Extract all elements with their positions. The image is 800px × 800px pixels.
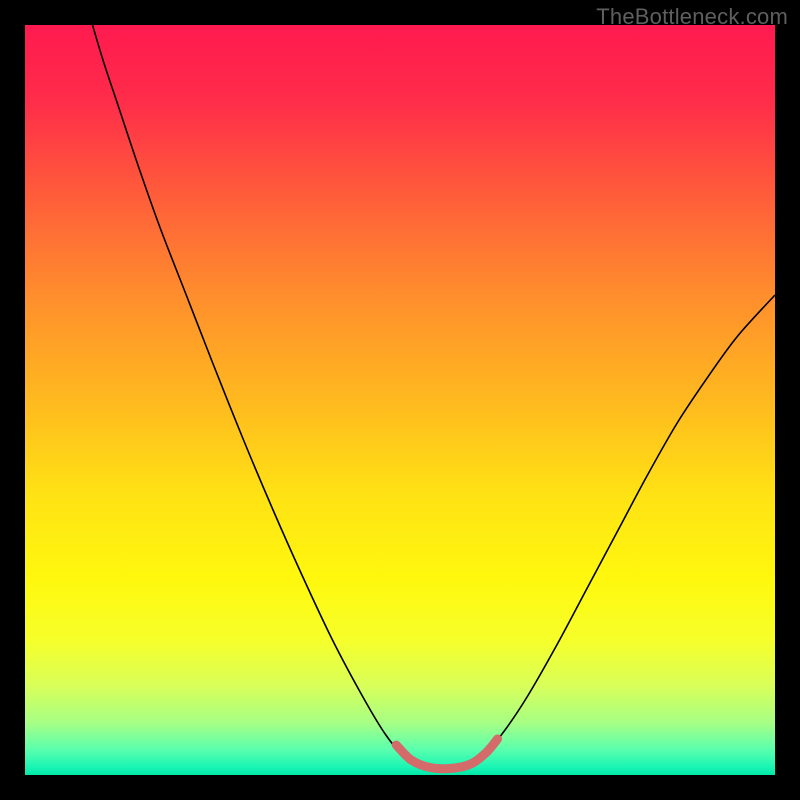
valley-overlay (396, 739, 497, 769)
watermark-text: TheBottleneck.com (596, 4, 788, 30)
curve-layer (25, 25, 775, 775)
bottleneck-curve (93, 25, 776, 771)
plot-area (25, 25, 775, 775)
chart-frame: TheBottleneck.com (0, 0, 800, 800)
